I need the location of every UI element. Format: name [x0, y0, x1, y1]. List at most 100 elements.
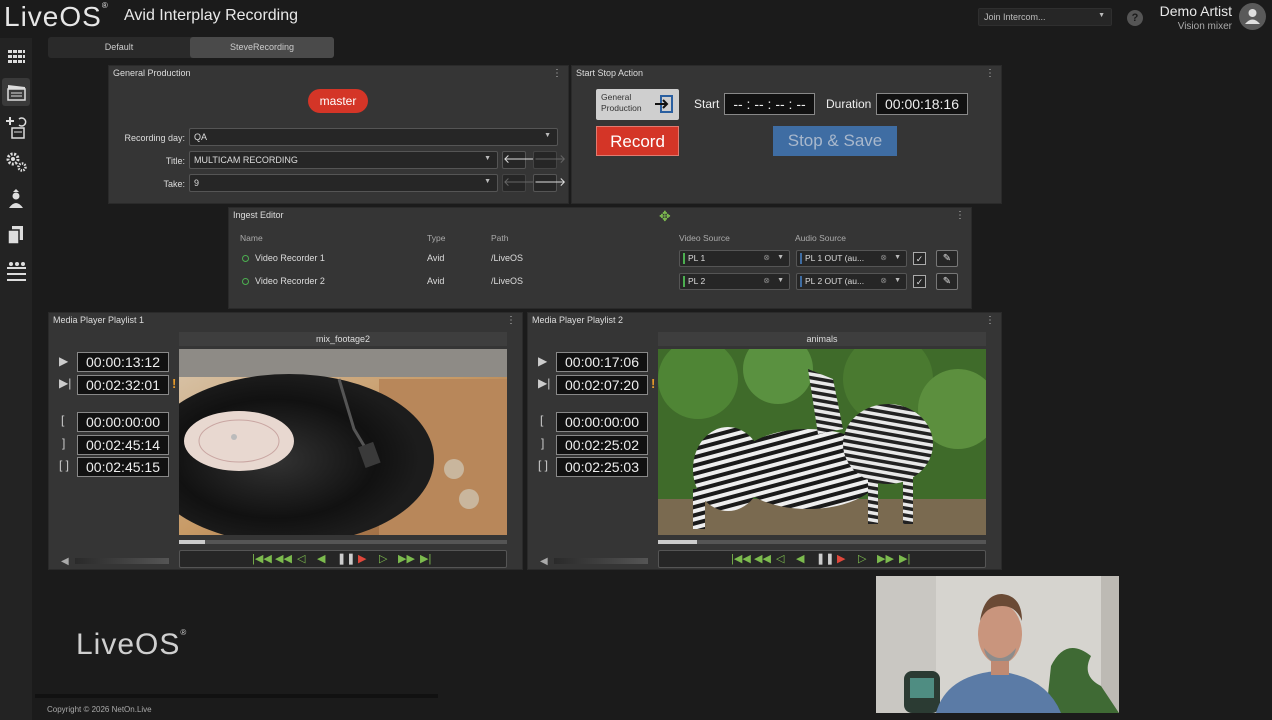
master-badge[interactable]: master — [308, 89, 368, 113]
more-vert-icon[interactable]: ⋮ — [506, 315, 516, 326]
recorder-path: /LiveOS — [491, 276, 524, 286]
video-source-select[interactable]: PL 1 ⊗ ▼ — [679, 250, 790, 267]
sidebar-item-user-upload[interactable] — [2, 186, 30, 214]
tab-steverecording[interactable]: SteveRecording — [190, 37, 334, 58]
scrollbar[interactable] — [35, 694, 438, 698]
take-label: Take: — [163, 179, 185, 189]
rewind-icon[interactable]: ◀◀ — [275, 552, 292, 565]
step-forward-icon[interactable]: ▷ — [379, 552, 387, 565]
more-vert-icon[interactable]: ⋮ — [985, 315, 995, 326]
out-timecode: 00:02:25:02 — [556, 435, 648, 455]
remaining-icon: ▶| — [538, 376, 551, 390]
recording-day-select[interactable]: QA ▼ — [189, 128, 558, 146]
play-icon[interactable]: ▶ — [358, 552, 366, 565]
record-button[interactable]: Record — [596, 126, 679, 156]
clear-icon[interactable]: ⊗ — [763, 253, 770, 262]
add-clip-icon — [6, 117, 27, 139]
transport-controls: |◀◀ ◀◀ ◁ ◀ ❚❚ ▶ ▷ ▶▶ ▶| — [179, 550, 507, 568]
volume-slider[interactable] — [75, 558, 169, 564]
panel-title: General Production — [113, 68, 191, 78]
start-stop-panel: Start Stop Action ⋮ General Production S… — [571, 65, 1002, 204]
remaining-icon: ▶| — [59, 376, 72, 390]
clear-icon[interactable]: ⊗ — [763, 276, 770, 285]
general-production-panel: General Production ⋮ master Recording da… — [108, 65, 569, 204]
avatar[interactable] — [1239, 3, 1266, 30]
more-vert-icon[interactable]: ⋮ — [955, 210, 965, 221]
mark-out-icon: ] — [62, 436, 66, 450]
enable-checkbox[interactable]: ✓ — [913, 252, 926, 265]
step-forward-icon[interactable]: ▷ — [858, 552, 866, 565]
go-to-start-icon[interactable]: |◀◀ — [252, 552, 272, 565]
step-back-icon[interactable]: ◁ — [297, 552, 305, 565]
fast-forward-icon[interactable]: ▶▶ — [877, 552, 894, 565]
status-icon — [242, 255, 249, 262]
user-name: Demo Artist — [1159, 3, 1232, 19]
volume-icon[interactable]: ◀ — [61, 556, 69, 567]
duration-timecode: 00:02:45:15 — [77, 457, 169, 477]
more-vert-icon[interactable]: ⋮ — [552, 68, 562, 79]
move-cursor-icon: ✥ — [659, 208, 671, 224]
volume-slider[interactable] — [554, 558, 648, 564]
video-preview[interactable] — [658, 349, 986, 535]
title-next-button[interactable]: 🡒 — [533, 151, 566, 169]
go-to-end-icon[interactable]: ▶| — [420, 552, 431, 565]
enable-checkbox[interactable]: ✓ — [913, 275, 926, 288]
take-next-button[interactable]: 🡒 — [533, 174, 566, 192]
warning-icon: ! — [651, 376, 656, 391]
go-to-start-icon[interactable]: |◀◀ — [731, 552, 751, 565]
clear-icon[interactable]: ⊗ — [880, 276, 887, 285]
tab-default[interactable]: Default — [48, 37, 190, 58]
play-icon[interactable]: ▶ — [837, 552, 845, 565]
sidebar-item-add-clip[interactable] — [2, 113, 30, 141]
pause-icon[interactable]: ❚❚ — [816, 552, 834, 565]
start-timecode: -- : -- : -- : -- — [724, 93, 815, 115]
clear-icon[interactable]: ⊗ — [880, 253, 887, 262]
step-back-icon[interactable]: ◁ — [776, 552, 784, 565]
play-reverse-icon[interactable]: ◀ — [317, 552, 325, 565]
go-to-end-icon[interactable]: ▶| — [899, 552, 910, 565]
recorder-name: Video Recorder 1 — [255, 253, 325, 263]
progress-bar[interactable] — [658, 540, 986, 544]
sidebar-item-grid[interactable] — [2, 43, 30, 71]
audio-source-select[interactable]: PL 1 OUT (au... ⊗ ▼ — [796, 250, 907, 267]
recorder-name: Video Recorder 2 — [255, 276, 325, 286]
progress-fill — [658, 540, 698, 544]
out-timecode: 00:02:45:14 — [77, 435, 169, 455]
video-source-select[interactable]: PL 2 ⊗ ▼ — [679, 273, 790, 290]
media-player-panel-2: Media Player Playlist 2 ⋮ ▶ 00:00:17:06 … — [527, 312, 1002, 570]
grid-icon — [8, 50, 25, 63]
pen-icon: ✎ — [942, 253, 952, 264]
take-select[interactable]: 9 ▼ — [189, 174, 498, 192]
intercom-select[interactable]: Join Intercom... ▼ — [978, 8, 1112, 26]
video-preview[interactable] — [179, 349, 507, 535]
stop-save-button[interactable]: Stop & Save — [773, 126, 897, 156]
sidebar-item-settings[interactable] — [2, 148, 30, 176]
more-vert-icon[interactable]: ⋮ — [985, 68, 995, 79]
play-reverse-icon[interactable]: ◀ — [796, 552, 804, 565]
chevron-down-icon: ▼ — [544, 132, 551, 139]
column-header-video-source: Video Source — [679, 233, 730, 243]
chevron-down-icon: ▼ — [484, 178, 491, 185]
audio-source-select[interactable]: PL 2 OUT (au... ⊗ ▼ — [796, 273, 907, 290]
title-select[interactable]: MULTICAM RECORDING ▼ — [189, 151, 498, 169]
edit-button[interactable]: ✎ — [936, 273, 958, 290]
panel-title: Media Player Playlist 1 — [53, 315, 145, 325]
pen-icon: ✎ — [942, 276, 952, 287]
volume-icon[interactable]: ◀ — [540, 556, 548, 567]
sidebar-item-clapper[interactable] — [2, 78, 30, 106]
presenter-video — [876, 576, 1119, 713]
title-prev-button[interactable]: 🡐 — [502, 151, 535, 169]
production-source-button[interactable]: General Production — [596, 89, 679, 120]
progress-bar[interactable] — [179, 540, 507, 544]
sidebar-item-mixer[interactable] — [2, 258, 30, 286]
take-prev-button[interactable]: 🡐 — [502, 174, 535, 192]
position-timecode: 00:00:13:12 — [77, 352, 169, 372]
mixer-icon — [7, 262, 26, 281]
column-header-type: Type — [427, 233, 446, 243]
rewind-icon[interactable]: ◀◀ — [754, 552, 771, 565]
in-timecode: 00:00:00:00 — [77, 412, 169, 432]
fast-forward-icon[interactable]: ▶▶ — [398, 552, 415, 565]
sidebar-item-copy[interactable] — [2, 221, 30, 249]
pause-icon[interactable]: ❚❚ — [337, 552, 355, 565]
edit-button[interactable]: ✎ — [936, 250, 958, 267]
